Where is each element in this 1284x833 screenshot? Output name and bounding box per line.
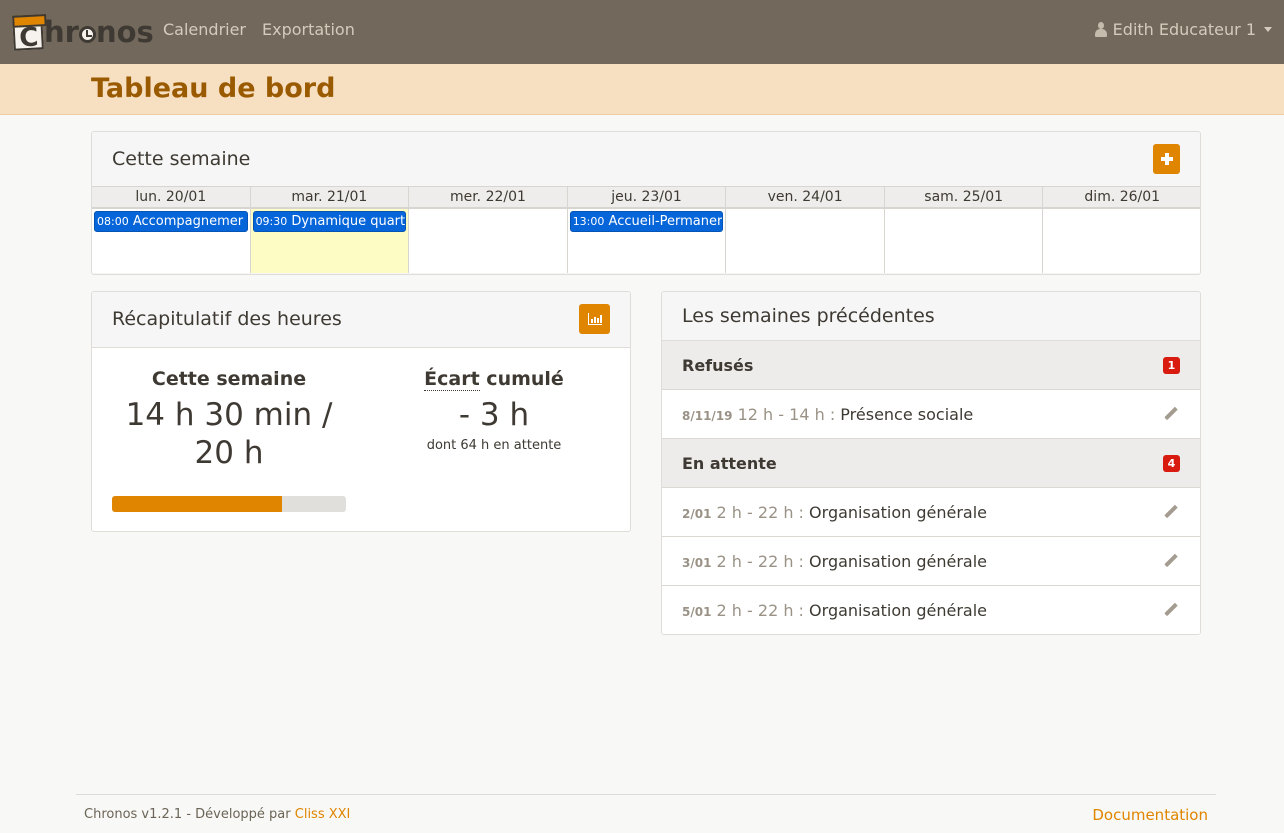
event-time: 08:00 (97, 215, 129, 228)
day-header[interactable]: lun. 20/01 (92, 187, 251, 207)
company-link[interactable]: Cliss XXI (295, 807, 351, 822)
event-title: Accompagnemer (132, 214, 244, 229)
list-item[interactable]: 2/01 2 h - 22 h : Organisation générale (662, 488, 1200, 537)
day-header[interactable]: ven. 24/01 (726, 187, 885, 207)
group-refused: Refusés 1 (662, 341, 1200, 390)
group-pending: En attente 4 (662, 439, 1200, 488)
week-header: lun. 20/01 mar. 21/01 mer. 22/01 jeu. 23… (92, 186, 1200, 209)
user-name: Edith Educateur 1 (1112, 20, 1256, 39)
item-hours: 2 h - 22 h : (716, 601, 804, 620)
nav-calendrier[interactable]: Calendrier (163, 20, 246, 39)
nav-exportation[interactable]: Exportation (262, 20, 355, 39)
day-header[interactable]: sam. 25/01 (885, 187, 1044, 207)
calendar-event[interactable]: 13:00 Accueil-Permaner (569, 211, 724, 232)
navbar: C hr nos Calendrier Exportation Edith Edu… (0, 0, 1284, 64)
footer-credits: Chronos v1.2.1 - Développé par Cliss XXI (84, 807, 350, 822)
cumulative-gap-heading: Écart cumulé (374, 368, 614, 391)
week-body: 08:00 Accompagnemer 09:30 Dynamique quar… (92, 209, 1200, 273)
recap-card: Récapitulatif des heures Cette semaine 1… (91, 291, 631, 532)
add-event-button[interactable] (1153, 144, 1180, 174)
day-cell[interactable] (409, 209, 568, 273)
item-activity: Présence sociale (840, 405, 974, 424)
day-cell[interactable] (885, 209, 1044, 273)
brand-text: hr nos (44, 15, 154, 49)
cumulative-gap-value: - 3 h (458, 397, 530, 433)
previous-weeks-title: Les semaines précédentes (682, 305, 935, 327)
week-hours-heading: Cette semaine (151, 368, 307, 390)
item-date: 8/11/19 (682, 409, 733, 423)
list-item[interactable]: 5/01 2 h - 22 h : Organisation générale (662, 586, 1200, 634)
pencil-icon[interactable] (1164, 603, 1178, 617)
clock-icon (78, 26, 96, 43)
brand-logo[interactable]: C hr nos (12, 12, 154, 53)
week-card-title: Cette semaine (112, 148, 251, 170)
week-card: Cette semaine lun. 20/01 mar. 21/01 mer.… (91, 131, 1201, 275)
group-label: Refusés (682, 356, 754, 375)
week-progress-bar (112, 496, 346, 512)
item-hours: 2 h - 22 h : (716, 503, 804, 522)
calendar-event[interactable]: 08:00 Accompagnemer (94, 211, 248, 232)
group-label: En attente (682, 454, 777, 473)
week-calendar: lun. 20/01 mar. 21/01 mer. 22/01 jeu. 23… (92, 186, 1200, 273)
list-item[interactable]: 3/01 2 h - 22 h : Organisation générale (662, 537, 1200, 586)
item-activity: Organisation générale (809, 601, 988, 620)
day-cell[interactable]: 13:00 Accueil-Permaner (568, 209, 727, 273)
caret-down-icon (1264, 27, 1272, 32)
day-cell[interactable] (726, 209, 885, 273)
item-date: 2/01 (682, 507, 712, 521)
event-time: 09:30 (255, 215, 288, 228)
previous-weeks-card: Les semaines précédentes Refusés 1 8/11/… (661, 291, 1201, 635)
cumul-label: cumulé (479, 368, 564, 390)
documentation-link[interactable]: Documentation (1092, 806, 1208, 824)
count-badge: 1 (1163, 357, 1180, 374)
item-date: 5/01 (682, 605, 712, 619)
day-header[interactable]: jeu. 23/01 (568, 187, 727, 207)
week-hours: Cette semaine 14 h 30 min / 20 h (112, 368, 346, 472)
page-header: Tableau de bord (0, 64, 1284, 115)
ecart-abbr[interactable]: Écart (424, 368, 480, 391)
week-progress-fill (112, 496, 282, 512)
previous-weeks-header: Les semaines précédentes (662, 292, 1200, 341)
day-header[interactable]: mer. 22/01 (409, 187, 568, 207)
day-cell[interactable]: 08:00 Accompagnemer (92, 209, 251, 273)
cumulative-gap: Écart cumulé - 3 h dont 64 h en attente (374, 368, 614, 453)
item-hours: 2 h - 22 h : (716, 552, 804, 571)
day-cell[interactable] (1043, 209, 1200, 273)
day-cell-today[interactable]: 09:30 Dynamique quart (250, 209, 410, 273)
item-activity: Organisation générale (809, 503, 988, 522)
event-time: 13:00 (572, 215, 605, 228)
event-title: Dynamique quart (291, 214, 406, 229)
list-item[interactable]: 8/11/19 12 h - 14 h : Présence sociale (662, 390, 1200, 439)
page-title: Tableau de bord (91, 73, 336, 104)
footer: Chronos v1.2.1 - Développé par Cliss XXI… (76, 794, 1216, 833)
plus-icon (1160, 153, 1173, 165)
stats-button[interactable] (579, 304, 610, 334)
pending-note: dont 64 h en attente (426, 438, 562, 453)
day-header[interactable]: mar. 21/01 (251, 187, 410, 207)
count-badge: 4 (1163, 455, 1180, 472)
event-title: Accueil-Permaner (608, 214, 723, 229)
user-icon (1094, 22, 1107, 37)
user-menu[interactable]: Edith Educateur 1 (1094, 20, 1272, 39)
bar-chart-icon (587, 313, 602, 325)
recap-title: Récapitulatif des heures (112, 308, 342, 330)
week-hours-value: 14 h 30 min / (125, 397, 333, 433)
footer-text: Chronos v1.2.1 - Développé par (84, 807, 295, 822)
item-activity: Organisation générale (809, 552, 988, 571)
item-hours: 12 h - 14 h : (737, 405, 836, 424)
pencil-icon[interactable] (1164, 505, 1178, 519)
pencil-icon[interactable] (1164, 554, 1178, 568)
calendar-event[interactable]: 09:30 Dynamique quart (252, 211, 407, 232)
pencil-icon[interactable] (1164, 407, 1178, 421)
item-date: 3/01 (682, 556, 712, 570)
recap-card-header: Récapitulatif des heures (92, 292, 630, 348)
week-hours-target: 20 h (194, 435, 264, 471)
day-header[interactable]: dim. 26/01 (1043, 187, 1200, 207)
calendar-logo-icon: C (12, 14, 44, 53)
